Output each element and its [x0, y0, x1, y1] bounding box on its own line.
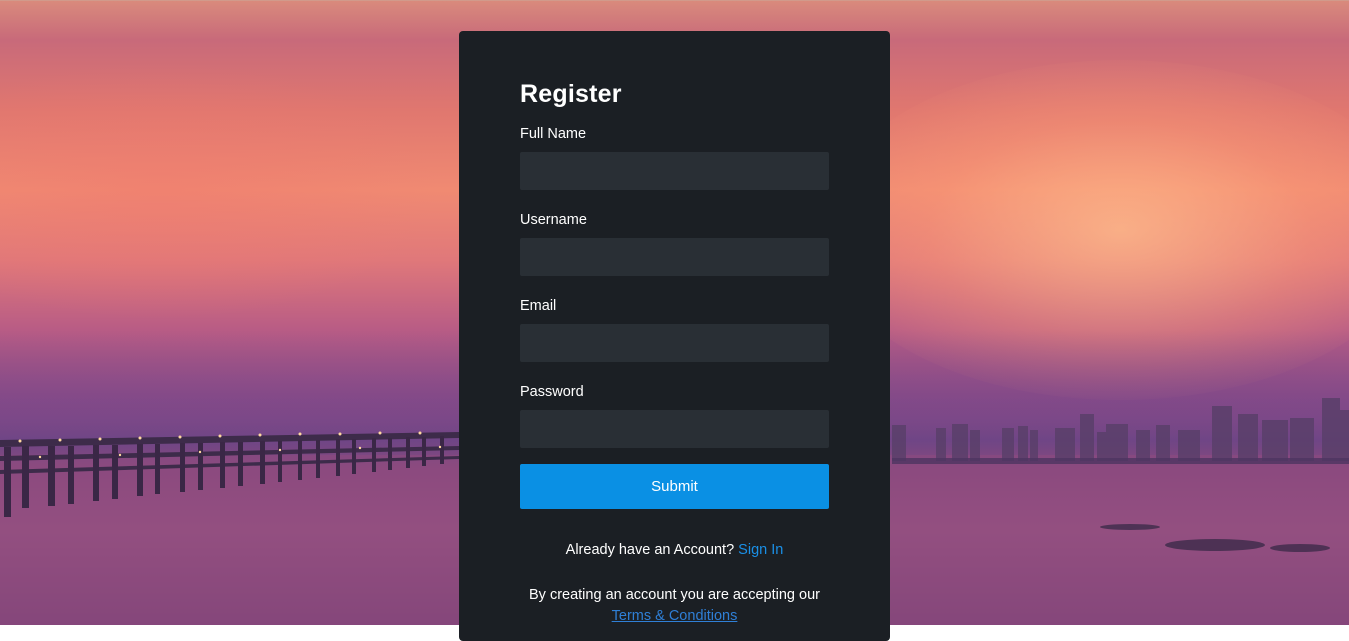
- form-title: Register: [520, 80, 622, 108]
- register-card: Register Full Name Username Email Passwo…: [459, 31, 890, 641]
- signin-prompt-text: Already have an Account?: [565, 542, 735, 558]
- full-name-label: Full Name: [520, 126, 587, 142]
- email-label: Email: [520, 298, 557, 314]
- shoreline: [892, 458, 1349, 464]
- username-input[interactable]: [520, 238, 829, 276]
- terms-notice: By creating an account you are accepting…: [520, 585, 829, 627]
- submit-button[interactable]: Submit: [520, 464, 829, 509]
- signin-link[interactable]: Sign In: [738, 542, 783, 558]
- signin-prompt: Already have an Account? Sign In: [520, 541, 829, 559]
- full-name-input[interactable]: [520, 152, 829, 190]
- password-input[interactable]: [520, 410, 829, 448]
- terms-link[interactable]: Terms & Conditions: [612, 608, 738, 624]
- username-label: Username: [520, 212, 587, 228]
- email-input[interactable]: [520, 324, 829, 362]
- city-skyline: [892, 398, 1349, 461]
- terms-prompt-text: By creating an account you are accepting…: [529, 587, 820, 603]
- password-label: Password: [520, 384, 584, 400]
